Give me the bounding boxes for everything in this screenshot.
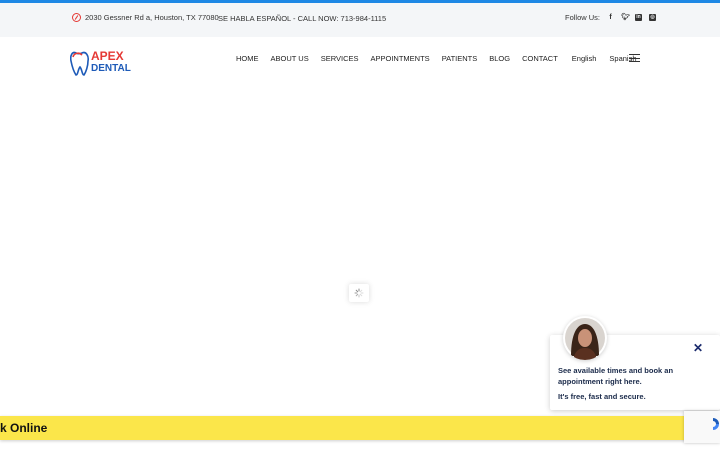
- svg-text:APEX: APEX: [91, 49, 124, 63]
- nav-about-us[interactable]: ABOUT US: [271, 54, 309, 63]
- lang-english[interactable]: English: [572, 54, 597, 63]
- follow-label: Follow Us:: [565, 13, 601, 22]
- popup-message: See available times and book an appointm…: [558, 366, 674, 386]
- apex-dental-logo[interactable]: APEX DENTAL: [70, 47, 160, 77]
- location-icon: [72, 13, 81, 22]
- site-header: APEX DENTAL HOME ABOUT US SERVICES APPOI…: [0, 37, 720, 81]
- facebook-icon[interactable]: f: [607, 14, 614, 21]
- nav-contact[interactable]: CONTACT: [522, 54, 558, 63]
- book-online-label[interactable]: k Online: [0, 421, 47, 435]
- follow-us: Follow Us: f 🐦︎ in ◎: [565, 13, 657, 22]
- nav-home[interactable]: HOME: [236, 54, 259, 63]
- book-online-bar[interactable]: k Online: [0, 416, 710, 440]
- address: 2030 Gessner Rd a, Houston, TX 77080: [72, 13, 219, 22]
- linkedin-icon[interactable]: in: [635, 14, 643, 21]
- loading-spinner-icon: [349, 284, 369, 302]
- avatar: [563, 316, 607, 360]
- top-info-bar: 2030 Gessner Rd a, Houston, TX 77080 SE …: [0, 3, 720, 37]
- popup-subtext: It's free, fast and secure.: [558, 392, 646, 401]
- svg-text:DENTAL: DENTAL: [91, 63, 131, 74]
- recaptcha-badge: [684, 411, 720, 443]
- twitter-icon[interactable]: 🐦︎: [621, 14, 630, 21]
- menu-icon[interactable]: [629, 54, 640, 62]
- address-text: 2030 Gessner Rd a, Houston, TX 77080: [85, 13, 219, 22]
- call-now-link[interactable]: SE HABLA ESPAÑOL - CALL NOW: 713-984-111…: [218, 14, 386, 23]
- close-icon[interactable]: ✕: [692, 342, 704, 354]
- main-nav: HOME ABOUT US SERVICES APPOINTMENTS PATI…: [236, 54, 650, 63]
- nav-blog[interactable]: BLOG: [489, 54, 510, 63]
- recaptcha-icon: [713, 418, 719, 430]
- instagram-icon[interactable]: ◎: [649, 14, 657, 21]
- nav-services[interactable]: SERVICES: [321, 54, 359, 63]
- nav-patients[interactable]: PATIENTS: [442, 54, 478, 63]
- nav-appointments[interactable]: APPOINTMENTS: [371, 54, 430, 63]
